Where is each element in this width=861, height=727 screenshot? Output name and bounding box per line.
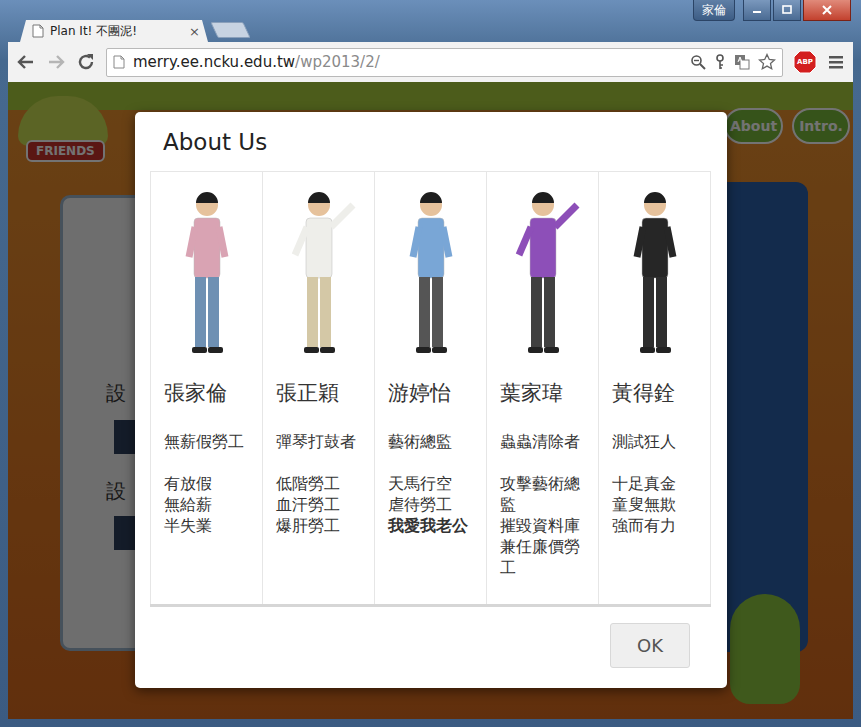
tab-title: Plan It! 不團泥!: [50, 23, 183, 40]
page-icon: [32, 24, 44, 38]
member-card: 黃得銓測試狂人十足真金童叟無欺強而有力: [599, 172, 711, 604]
member-name: 張正穎: [276, 379, 366, 407]
member-name: 游婷怡: [388, 379, 478, 407]
description-line: 摧毀資料庫兼任廉價勞工: [500, 515, 590, 578]
caption-buttons: 家倫: [693, 0, 851, 21]
member-photo: [493, 185, 593, 365]
member-photo: [269, 185, 369, 365]
member-card: 張正穎彈琴打鼓者低階勞工血汗勞工爆肝勞工: [263, 172, 375, 604]
url-path: /wp2013/2/: [295, 53, 380, 71]
maximize-button[interactable]: [773, 0, 801, 21]
ok-button[interactable]: OK: [610, 623, 690, 668]
member-name: 黃得銓: [612, 379, 702, 407]
address-bar[interactable]: merry.ee.ncku.edu.tw/wp2013/2/: [106, 48, 783, 77]
minimize-button[interactable]: [743, 0, 771, 21]
dialog-title: About Us: [163, 127, 699, 157]
member-description: 有放假無給薪半失業: [164, 473, 254, 536]
reload-icon[interactable]: [76, 52, 96, 72]
description-line: 爆肝勞工: [276, 515, 366, 536]
minimize-icon: [751, 5, 763, 15]
description-line: 無給薪: [164, 494, 254, 515]
photo-frame: [151, 185, 262, 365]
window-close-button[interactable]: [803, 0, 851, 21]
description-line: 血汗勞工: [276, 494, 366, 515]
member-card: 張家倫無薪假勞工有放假無給薪半失業: [151, 172, 263, 604]
maximize-icon: [781, 5, 793, 15]
member-description: 天馬行空虐待勞工我愛我老公: [388, 473, 478, 536]
member-role: 藝術總監: [388, 431, 478, 452]
back-icon[interactable]: [16, 52, 36, 72]
url-text: merry.ee.ncku.edu.tw/wp2013/2/: [133, 53, 682, 71]
new-tab-button[interactable]: [210, 22, 250, 38]
translate-icon[interactable]: [734, 54, 750, 70]
description-line: 天馬行空: [388, 473, 478, 494]
description-line: 強而有力: [612, 515, 702, 536]
member-description: 十足真金童叟無欺強而有力: [612, 473, 702, 536]
description-line: 有放假: [164, 473, 254, 494]
menu-icon[interactable]: [827, 54, 845, 70]
toolbar: merry.ee.ncku.edu.tw/wp2013/2/ABP: [8, 42, 853, 82]
description-line: 半失業: [164, 515, 254, 536]
member-photo: [381, 185, 481, 365]
web-page: FRIENDSAboutIntro.設設About Us張家倫無薪假勞工有放假無…: [8, 82, 853, 719]
page-icon: [113, 55, 125, 69]
photo-frame: [263, 185, 374, 365]
member-table: 張家倫無薪假勞工有放假無給薪半失業張正穎彈琴打鼓者低階勞工血汗勞工爆肝勞工游婷怡…: [150, 171, 711, 604]
adblock-button[interactable]: ABP: [793, 50, 817, 74]
member-name: 葉家瑋: [500, 379, 590, 407]
description-line: 虐待勞工: [388, 494, 478, 515]
photo-frame: [599, 185, 710, 365]
forward-icon[interactable]: [46, 52, 66, 72]
member-role: 蟲蟲清除者: [500, 431, 590, 452]
member-card: 葉家瑋蟲蟲清除者攻擊藝術總監摧毀資料庫兼任廉價勞工: [487, 172, 599, 604]
profile-button[interactable]: 家倫: [693, 0, 735, 21]
member-card: 游婷怡藝術總監天馬行空虐待勞工我愛我老公: [375, 172, 487, 604]
description-line: 我愛我老公: [388, 515, 478, 536]
url-host: merry.ee.ncku.edu.tw: [133, 53, 295, 71]
adblock-label: ABP: [797, 58, 813, 66]
description-line: 攻擊藝術總監: [500, 473, 590, 515]
close-icon: [821, 5, 833, 15]
zoom-icon[interactable]: [690, 54, 706, 70]
member-description: 攻擊藝術總監摧毀資料庫兼任廉價勞工: [500, 473, 590, 578]
description-line: 十足真金: [612, 473, 702, 494]
about-dialog: About Us張家倫無薪假勞工有放假無給薪半失業張正穎彈琴打鼓者低階勞工血汗勞…: [135, 112, 727, 688]
member-role: 無薪假勞工: [164, 431, 254, 452]
description-line: 低階勞工: [276, 473, 366, 494]
photo-frame: [487, 185, 598, 365]
title-bar: Plan It! 不團泥! × 家倫: [8, 0, 853, 42]
member-photo: [157, 185, 257, 365]
member-role: 彈琴打鼓者: [276, 431, 366, 452]
description-line: 童叟無欺: [612, 494, 702, 515]
member-description: 低階勞工血汗勞工爆肝勞工: [276, 473, 366, 536]
dialog-header: About Us: [135, 112, 727, 171]
key-icon[interactable]: [714, 54, 726, 70]
member-name: 張家倫: [164, 379, 254, 407]
star-icon[interactable]: [758, 53, 776, 71]
member-photo: [605, 185, 705, 365]
browser-tab[interactable]: Plan It! 不團泥! ×: [20, 20, 208, 42]
tab-close-button[interactable]: ×: [189, 24, 200, 39]
member-role: 測試狂人: [612, 431, 702, 452]
browser-window: Plan It! 不團泥! × 家倫 merry.ee.ncku.edu.tw/wp2…: [0, 0, 861, 727]
dialog-footer: OK: [135, 604, 727, 688]
tab-strip: Plan It! 不團泥! ×: [20, 20, 247, 42]
dialog-body: 張家倫無薪假勞工有放假無給薪半失業張正穎彈琴打鼓者低階勞工血汗勞工爆肝勞工游婷怡…: [135, 171, 727, 604]
photo-frame: [375, 185, 486, 365]
